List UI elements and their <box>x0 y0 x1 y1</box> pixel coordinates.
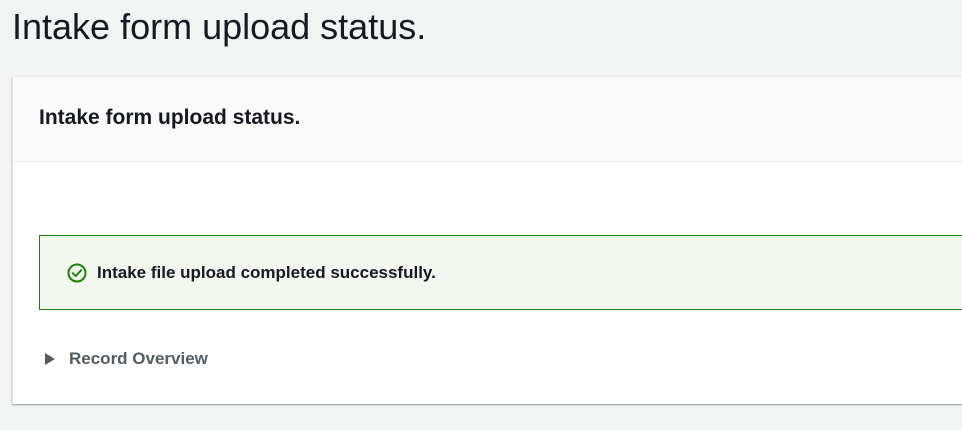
alert-message: Intake file upload completed successfull… <box>97 263 436 282</box>
caret-right-icon[interactable] <box>45 353 55 365</box>
record-overview-label[interactable]: Record Overview <box>69 347 208 371</box>
panel-header: Intake form upload status. <box>13 77 962 162</box>
check-circle-icon <box>66 262 88 284</box>
upload-status-panel: Intake form upload status. Intake file u… <box>12 76 962 404</box>
panel-title: Intake form upload status. <box>39 106 301 129</box>
page-title: Intake form upload status. <box>12 6 427 47</box>
success-alert: Intake file upload completed successfull… <box>39 235 962 310</box>
